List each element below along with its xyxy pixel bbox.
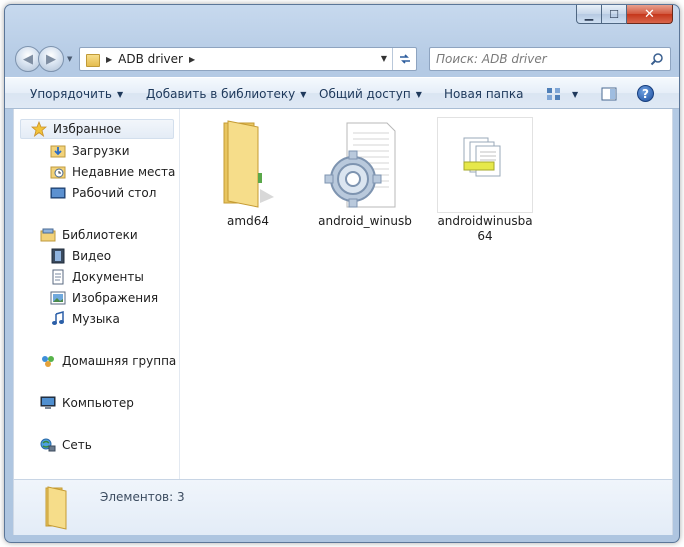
new-folder-button[interactable]: Новая папка bbox=[444, 87, 523, 101]
documents-library-icon bbox=[52, 269, 64, 285]
organize-label: Упорядочить bbox=[30, 87, 112, 101]
video-library-icon bbox=[51, 248, 65, 264]
refresh-button[interactable] bbox=[392, 48, 416, 70]
forward-arrow-icon: ▶ bbox=[46, 51, 56, 67]
homegroup-icon bbox=[42, 356, 54, 367]
minimize-icon: ▁ bbox=[584, 7, 594, 21]
settings-file-icon bbox=[317, 117, 413, 213]
sidebar-item-libraries[interactable]: Библиотеки bbox=[14, 225, 180, 245]
file-item-android-winusb[interactable]: android_winusb bbox=[317, 117, 413, 229]
navigation-bar: ◀ ▶ ▼ ▶ ADB driver ▶ ▼ bbox=[15, 45, 671, 73]
add-to-library-label: Добавить в библиотеку bbox=[146, 87, 296, 101]
music-note-icon bbox=[52, 311, 64, 325]
breadcrumb-item[interactable]: ADB driver bbox=[118, 52, 183, 66]
share-menu[interactable]: Общий доступ ▼ bbox=[319, 87, 422, 101]
refresh-icon bbox=[399, 54, 410, 64]
sidebar-item-documents[interactable]: Документы bbox=[14, 267, 180, 287]
explorer-window: ▁ ☐ ✕ ◀ ▶ ▼ ▶ ADB driver ▶ ▼ Поиск: ADB … bbox=[4, 4, 680, 543]
maximize-button[interactable]: ☐ bbox=[602, 5, 627, 24]
sidebar-item-pictures[interactable]: Изображения bbox=[14, 288, 180, 308]
maximize-icon: ☐ bbox=[609, 7, 619, 21]
forward-button[interactable]: ▶ bbox=[38, 46, 64, 72]
file-name: amd64 bbox=[227, 214, 269, 228]
search-input[interactable] bbox=[436, 51, 646, 67]
details-pane: Элементов: 3 bbox=[13, 479, 673, 535]
sidebar-item-label: Компьютер bbox=[62, 396, 134, 410]
sidebar-item-label: Документы bbox=[72, 270, 144, 284]
address-history-dropdown[interactable]: ▼ bbox=[381, 54, 387, 63]
file-name: android_winusb bbox=[318, 214, 412, 228]
file-item-amd64[interactable]: amd64 bbox=[200, 117, 296, 229]
sidebar-item-label: Избранное bbox=[53, 122, 122, 136]
sidebar-item-label: Музыка bbox=[72, 312, 120, 326]
downloads-folder-icon bbox=[50, 145, 66, 158]
sidebar-item-label: Домашняя группа bbox=[62, 354, 177, 368]
sidebar-item-network[interactable]: Сеть bbox=[14, 435, 180, 455]
star-icon bbox=[31, 121, 47, 137]
sidebar-item-homegroup[interactable]: Домашняя группа bbox=[14, 351, 180, 371]
sidebar-item-music[interactable]: Музыка bbox=[14, 309, 180, 329]
computer-icon bbox=[40, 396, 56, 409]
search-box[interactable] bbox=[429, 47, 671, 71]
search-icon[interactable] bbox=[650, 52, 664, 66]
sidebar-item-recent-places[interactable]: Недавние места bbox=[14, 162, 180, 182]
sidebar-item-label: Недавние места bbox=[72, 165, 176, 179]
close-button[interactable]: ✕ bbox=[627, 5, 673, 24]
sidebar-item-label: Видео bbox=[72, 249, 112, 263]
sidebar-item-favorites[interactable]: Избранное bbox=[20, 119, 174, 139]
back-arrow-icon: ◀ bbox=[23, 51, 33, 67]
view-mode-icon bbox=[547, 88, 560, 100]
chevron-down-icon: ▼ bbox=[300, 90, 307, 99]
sidebar-item-label: Загрузки bbox=[72, 144, 130, 158]
file-name: androidwinusba64 bbox=[437, 214, 533, 243]
chevron-down-icon: ▼ bbox=[116, 90, 124, 99]
view-options-button[interactable]: ▼ bbox=[546, 86, 578, 102]
sidebar-item-video[interactable]: Видео bbox=[14, 246, 180, 266]
recent-pages-dropdown[interactable]: ▼ bbox=[67, 55, 72, 63]
file-list: amd64 android_winusb androidwinusba64 bbox=[181, 109, 673, 479]
folder-icon bbox=[200, 117, 296, 213]
chevron-down-icon: ▼ bbox=[415, 90, 422, 99]
desktop-icon bbox=[50, 187, 66, 199]
breadcrumb-separator-icon[interactable]: ▶ bbox=[106, 55, 112, 64]
breadcrumb-separator-icon[interactable]: ▶ bbox=[189, 55, 195, 64]
caption-buttons: ▁ ☐ ✕ bbox=[576, 5, 673, 24]
content-area: Избранное Загрузки Недавние места Рабочи… bbox=[13, 109, 673, 479]
sidebar-item-downloads[interactable]: Загрузки bbox=[14, 141, 180, 161]
organize-menu[interactable]: Упорядочить ▼ bbox=[30, 87, 123, 101]
minimize-button[interactable]: ▁ bbox=[576, 5, 602, 24]
share-label: Общий доступ bbox=[319, 87, 411, 101]
file-item-androidwinusba64[interactable]: androidwinusba64 bbox=[437, 117, 533, 244]
network-icon bbox=[40, 438, 56, 452]
catalog-file-icon bbox=[437, 117, 533, 213]
sidebar-item-label: Библиотеки bbox=[62, 228, 138, 242]
sidebar-item-desktop[interactable]: Рабочий стол bbox=[14, 183, 180, 203]
add-to-library-menu[interactable]: Добавить в библиотеку ▼ bbox=[146, 87, 306, 101]
help-button[interactable]: ? bbox=[637, 85, 654, 102]
recent-places-icon bbox=[50, 166, 66, 179]
sidebar-item-label: Изображения bbox=[72, 291, 159, 305]
libraries-icon bbox=[40, 228, 56, 242]
command-bar: Упорядочить ▼ Добавить в библиотеку ▼ Общи… bbox=[5, 77, 679, 109]
sidebar-item-label: Рабочий стол bbox=[72, 186, 157, 200]
pictures-library-icon bbox=[50, 291, 66, 305]
chevron-down-icon: ▼ bbox=[572, 89, 579, 99]
folder-icon bbox=[45, 486, 67, 530]
preview-pane-icon bbox=[601, 87, 617, 101]
items-count: Элементов: 3 bbox=[100, 490, 185, 504]
close-icon: ✕ bbox=[644, 6, 655, 22]
sidebar-item-label: Сеть bbox=[62, 438, 92, 452]
navigation-pane: Избранное Загрузки Недавние места Рабочи… bbox=[14, 109, 180, 479]
address-bar[interactable]: ▶ ADB driver ▶ ▼ bbox=[79, 47, 417, 71]
help-icon: ? bbox=[642, 86, 649, 101]
folder-icon bbox=[86, 53, 100, 67]
new-folder-label: Новая папка bbox=[444, 87, 524, 101]
sidebar-item-computer[interactable]: Компьютер bbox=[14, 393, 180, 413]
preview-pane-button[interactable] bbox=[601, 86, 617, 105]
